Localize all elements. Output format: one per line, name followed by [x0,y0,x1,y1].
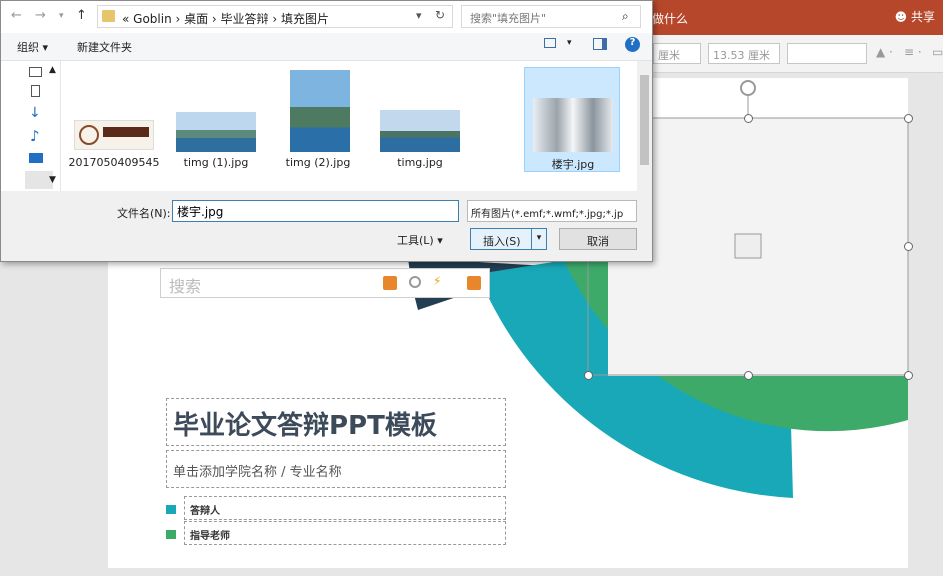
folder-search[interactable]: 搜索"填充图片" ⌕ [461,5,641,28]
organize-menu[interactable]: 组织 ▾ [17,39,48,55]
island-tall-thumbnail [290,70,350,152]
file-item-selected[interactable]: 楼宇.jpg [524,67,620,172]
align-icon[interactable]: ▲ · [876,45,893,59]
slide-search-placeholder: 搜索 [169,277,202,296]
documents-icon[interactable] [31,85,40,97]
insert-dropdown-icon[interactable]: ▾ [531,229,546,249]
handle-top[interactable] [744,114,753,123]
breadcrumb[interactable]: « Goblin › 桌面 › 毕业答辩 › 填充图片 [122,10,329,27]
file-item[interactable]: 2017050409545 [65,67,161,172]
filename-label: 文件名(N): [117,207,171,220]
alert-icon[interactable] [467,276,481,290]
downloads-icon[interactable]: ↓ [29,105,41,121]
insert-picture-dialog: ← → ▾ ↑ « Goblin › 桌面 › 毕业答辩 › 填充图片 ▾ ↻ … [0,0,653,262]
record-icon[interactable] [409,276,421,288]
share-button[interactable]: ☻ 共享 [895,8,935,25]
handle-top-right[interactable] [904,114,913,123]
height-unit: 厘米 [658,49,680,62]
slide-search-bar[interactable]: 搜索 ⚡ [160,268,490,298]
tools-label: 工具(L) [397,234,434,247]
refresh-icon[interactable]: ↻ [435,8,445,22]
music-icon[interactable]: ♪ [30,127,40,145]
style-dropdown[interactable] [787,43,867,64]
folder-icon [102,10,115,22]
file-name: 2017050409545 [68,156,160,169]
file-name: timg.jpg [397,156,443,169]
handle-bottom-right[interactable] [904,371,913,380]
address-dropdown-icon[interactable]: ▾ [416,9,422,22]
help-icon[interactable]: ? [625,37,640,52]
tools-menu[interactable]: 工具(L) ▾ [397,232,443,248]
island-thumbnail [176,112,256,152]
slide-subtitle: 单击添加学院名称 / 专业名称 [173,465,342,480]
folder-search-placeholder: 搜索"填充图片" [470,12,547,25]
seal-icon [79,125,99,145]
bolt-icon[interactable]: ⚡ [433,274,447,288]
file-name: 楼宇.jpg [551,158,595,171]
file-name: timg (1).jpg [183,156,249,169]
address-bar[interactable]: « Goblin › 桌面 › 毕业答辩 › 填充图片 ▾ ↻ [97,5,453,28]
filetype-value: 所有图片(*.emf;*.wmf;*.jpg;*.jp [471,209,624,220]
nav-scroll-down-icon[interactable]: ▼ [49,175,56,185]
forward-arrow-icon[interactable]: → [35,8,46,23]
presenter-label: 答辩人 [190,506,220,517]
height-field[interactable]: 厘米 [653,43,701,64]
dialog-toolbar: 组织 ▾ 新建文件夹 ▾ ? [1,33,652,61]
insert-label: 插入(S) [483,235,521,248]
filename-input[interactable] [172,200,459,222]
note-icon[interactable] [383,276,397,290]
preview-pane-icon[interactable] [593,38,607,50]
recent-dropdown-icon[interactable]: ▾ [59,11,64,21]
title-placeholder[interactable]: 毕业论文答辩PPT模板 [166,398,506,446]
file-browser: ↓ ♪ ▲ ▼ 2017050409545 timg (1).jpg timg … [1,61,652,191]
handle-right[interactable] [904,242,913,251]
scrollbar-thumb[interactable] [640,75,649,165]
tell-me-search[interactable]: 做什么 [652,10,688,27]
pattern-area [608,118,908,376]
handle-bottom-left[interactable] [584,371,593,380]
subtitle-placeholder[interactable]: 单击添加学院名称 / 专业名称 [166,450,506,488]
address-row: ← → ▾ ↑ « Goblin › 桌面 › 毕业答辩 › 填充图片 ▾ ↻ … [1,1,652,33]
advisor-label: 指导老师 [190,531,230,542]
teal-bullet-icon [166,505,176,514]
search-icon[interactable]: ⌕ [622,9,629,24]
file-item[interactable]: timg.jpg [371,67,467,172]
nav-scroll-up-icon[interactable]: ▲ [49,65,56,75]
building-thumbnail [533,98,613,152]
width-field[interactable]: 13.53 厘米 [708,43,780,64]
navigation-pane[interactable]: ↓ ♪ ▲ ▼ [25,61,61,191]
green-bullet-icon [166,530,176,539]
videos-icon[interactable] [29,153,43,163]
file-list: 2017050409545 timg (1).jpg timg (2).jpg … [63,61,637,191]
insert-button[interactable]: 插入(S) ▾ [470,228,547,250]
file-item[interactable]: timg (1).jpg [167,67,263,172]
handle-bottom[interactable] [744,371,753,380]
logo-thumbnail [74,120,154,150]
slide-title: 毕业论文答辩PPT模板 [173,411,437,441]
rotate-icon[interactable]: ▭ [932,45,943,59]
advisor-row[interactable]: 指导老师 [184,521,506,545]
back-arrow-icon[interactable]: ← [11,8,22,23]
logo-text-mark [103,127,149,137]
presenter-row[interactable]: 答辩人 [184,496,506,520]
up-arrow-icon[interactable]: ↑ [76,8,87,23]
group-icon[interactable]: ≡ · [904,45,922,59]
island-thumbnail [380,110,460,152]
cancel-button[interactable]: 取消 [559,228,637,250]
file-item[interactable]: timg (2).jpg [269,67,365,172]
width-value: 13.53 厘米 [713,49,770,62]
cancel-label: 取消 [587,235,609,248]
desktop-icon[interactable] [29,67,42,77]
new-folder-button[interactable]: 新建文件夹 [77,39,132,55]
filetype-select[interactable]: 所有图片(*.emf;*.wmf;*.jpg;*.jp [467,200,637,222]
share-label: 共享 [910,10,935,24]
view-icon[interactable] [544,38,556,48]
file-name: timg (2).jpg [285,156,351,169]
file-scrollbar[interactable] [637,61,652,191]
view-dropdown-icon[interactable]: ▾ [567,38,572,48]
